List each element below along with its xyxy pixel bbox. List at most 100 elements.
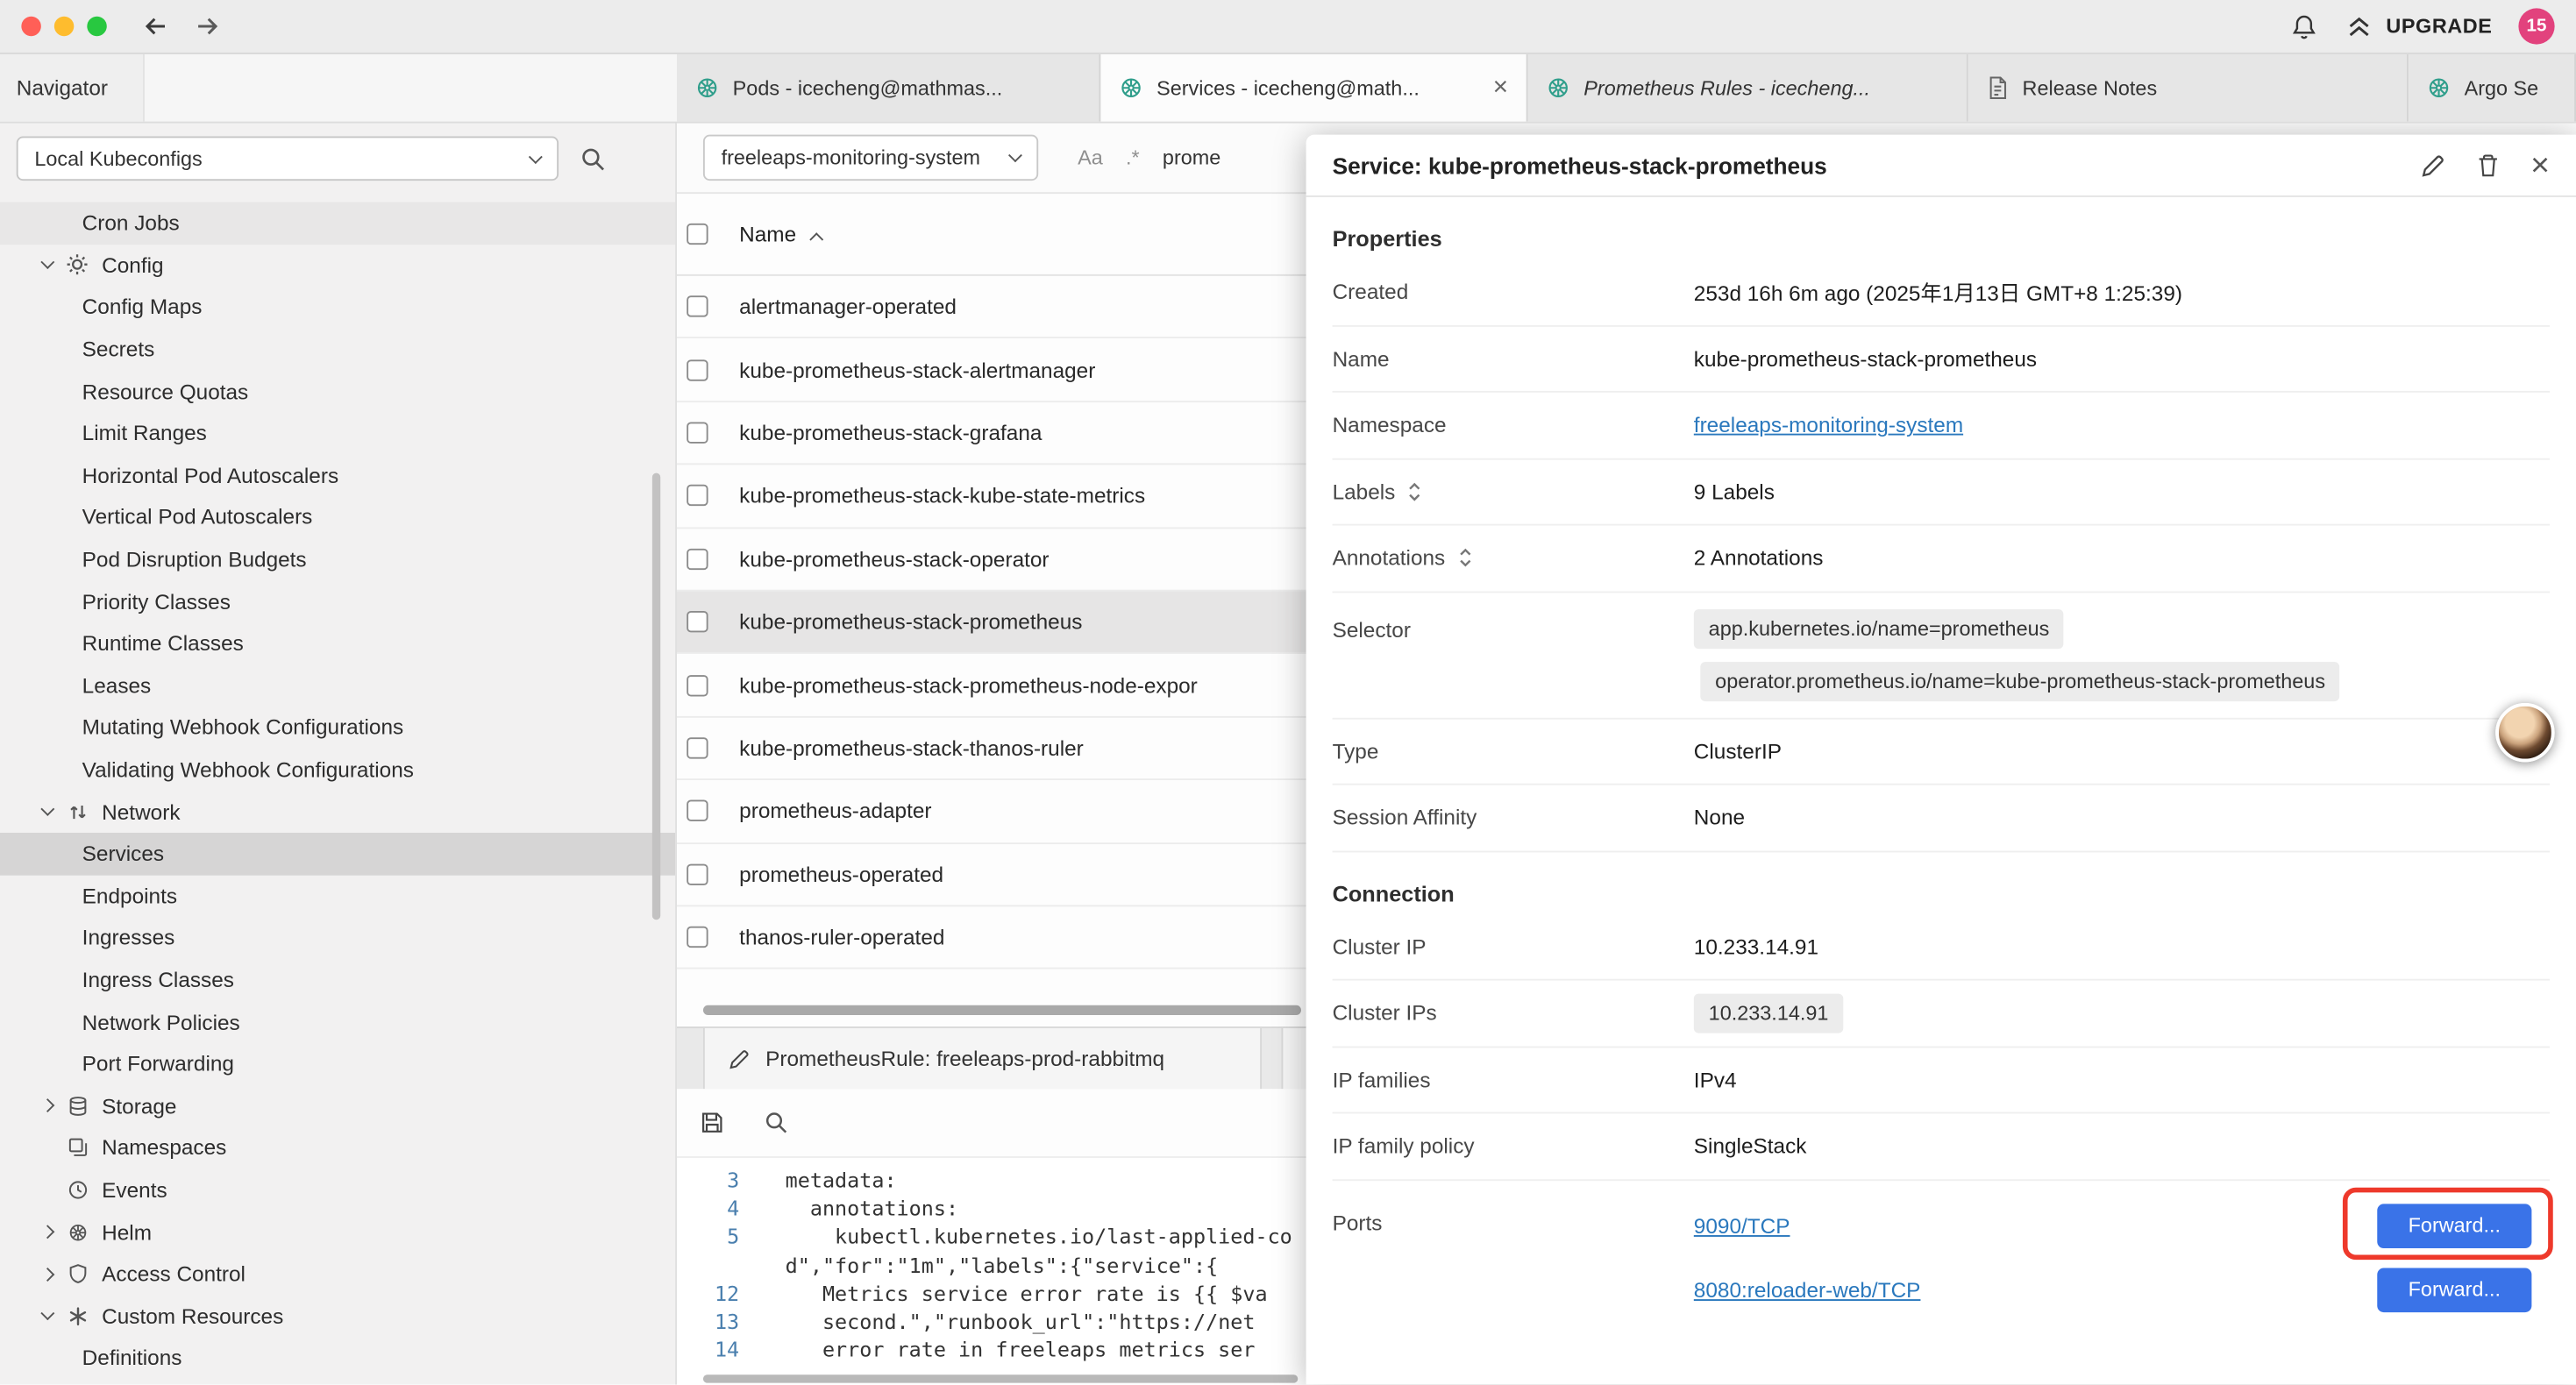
sidebar-group-access-control[interactable]: Access Control (0, 1253, 675, 1295)
sidebar-item-pod-disruption-budgets[interactable]: Pod Disruption Budgets (0, 538, 675, 580)
sidebar-item-resource-quotas[interactable]: Resource Quotas (0, 370, 675, 412)
sidebar-item-secrets[interactable]: Secrets (0, 328, 675, 370)
tab-argo[interactable]: Argo Se (2409, 54, 2576, 122)
upgrade-button[interactable]: UPGRADE (2345, 13, 2493, 39)
code-segment: Metrics service error rate is {{ $va (786, 1281, 1268, 1305)
gear-icon (66, 253, 89, 276)
sidebar-item-config-maps[interactable]: Config Maps (0, 286, 675, 328)
code-segment: kubectl.kubernetes.io/last-applied-co (786, 1225, 1292, 1249)
tab-pods[interactable]: Pods - icecheng@mathmas... (677, 54, 1100, 122)
namespace-link[interactable]: freeleaps-monitoring-system (1694, 413, 1963, 437)
maximize-window-button[interactable] (87, 17, 106, 36)
sidebar-group-config[interactable]: Config (0, 244, 675, 286)
regex-toggle[interactable]: .* (1126, 146, 1140, 169)
sidebar-item-limit-ranges[interactable]: Limit Ranges (0, 412, 675, 454)
port-link[interactable]: 8080:reloader-web/TCP (1694, 1277, 1921, 1302)
row-checkbox[interactable] (687, 359, 708, 380)
tab-close-icon[interactable]: × (1493, 75, 1509, 101)
tab-label: Argo Se (2465, 76, 2539, 99)
sidebar-item-port-forwarding[interactable]: Port Forwarding (0, 1043, 675, 1085)
sidebar-item-services[interactable]: Services (0, 833, 675, 875)
sidebar-scrollbar[interactable] (652, 473, 660, 920)
editor-search-icon[interactable] (764, 1111, 788, 1135)
sidebar-group-storage[interactable]: Storage (0, 1085, 675, 1127)
sidebar-group-helm[interactable]: Helm (0, 1211, 675, 1253)
sidebar-search-icon[interactable] (580, 146, 606, 172)
user-avatar[interactable] (2495, 703, 2554, 762)
chevron-right-icon (40, 1099, 54, 1113)
namespace-filter-dropdown[interactable]: freeleaps-monitoring-system (703, 135, 1038, 181)
chevron-down-icon (40, 802, 54, 816)
match-case-toggle[interactable]: Aa (1078, 146, 1103, 169)
row-checkbox[interactable] (687, 611, 708, 632)
sidebar-item-ingresses[interactable]: Ingresses (0, 917, 675, 959)
row-checkbox[interactable] (687, 674, 708, 695)
sidebar-item-validating-webhook-configurations[interactable]: Validating Webhook Configurations (0, 749, 675, 791)
sidebar-item-network-policies[interactable]: Network Policies (0, 1001, 675, 1043)
forward-button[interactable]: Forward... (2377, 1203, 2531, 1247)
expand-collapse-arrows-icon[interactable] (1456, 547, 1473, 568)
close-panel-icon[interactable]: × (2530, 149, 2550, 181)
row-checkbox[interactable] (687, 296, 708, 317)
kubeconfig-selector[interactable]: Local Kubeconfigs (17, 137, 559, 181)
chevron-down-icon (40, 256, 54, 270)
expand-collapse-arrows-icon[interactable] (1406, 481, 1423, 502)
notification-count-badge[interactable]: 15 (2518, 8, 2554, 44)
close-window-button[interactable] (21, 17, 40, 36)
sidebar-item-runtime-classes[interactable]: Runtime Classes (0, 622, 675, 664)
search-input[interactable]: prome (1163, 146, 1220, 169)
sidebar-item-horizontal-pod-autoscalers[interactable]: Horizontal Pod Autoscalers (0, 454, 675, 496)
row-checkbox[interactable] (687, 927, 708, 948)
notifications-bell-icon[interactable] (2291, 12, 2319, 40)
editor-horizontal-scrollbar[interactable] (703, 1374, 1298, 1382)
sidebar-group-custom-resources[interactable]: Custom Resources (0, 1295, 675, 1337)
row-checkbox[interactable] (687, 485, 708, 506)
tab-prometheus-rules[interactable]: Prometheus Rules - icecheng... (1528, 54, 1968, 122)
select-all-checkbox[interactable] (687, 224, 708, 245)
property-row-name: Name kube-prometheus-stack-prometheus (1333, 326, 2550, 393)
row-checkbox[interactable] (687, 422, 708, 443)
line-number: 4 (677, 1197, 762, 1221)
row-checkbox[interactable] (687, 548, 708, 569)
sort-ascending-icon (809, 231, 823, 245)
save-icon[interactable] (700, 1111, 724, 1135)
code-segment: error rate in freeleaps metrics ser (786, 1338, 1256, 1362)
chevron-right-icon (40, 1225, 54, 1239)
app-window: UPGRADE 15 Navigator Pods - icecheng@mat… (0, 0, 2576, 1385)
property-row-labels: Labels 9 Labels (1333, 459, 2550, 526)
port-link[interactable]: 9090/TCP (1694, 1213, 1790, 1238)
service-details-panel: Service: kube-prometheus-stack-prometheu… (1306, 135, 2576, 1385)
forward-arrow-icon[interactable] (192, 13, 222, 39)
sidebar-item-vertical-pod-autoscalers[interactable]: Vertical Pod Autoscalers (0, 496, 675, 538)
sidebar-item-cron-jobs[interactable]: Cron Jobs (0, 202, 675, 244)
tab-release-notes[interactable]: Release Notes (1968, 54, 2409, 122)
row-checkbox[interactable] (687, 863, 708, 884)
sidebar-item-definitions[interactable]: Definitions (0, 1337, 675, 1379)
name-column-header[interactable]: Name (739, 222, 821, 246)
edit-pencil-icon[interactable] (2421, 152, 2447, 178)
kubernetes-wheel-icon (1119, 75, 1143, 100)
minimize-window-button[interactable] (54, 17, 74, 36)
sidebar-item-priority-classes[interactable]: Priority Classes (0, 580, 675, 622)
forward-button[interactable]: Forward... (2377, 1268, 2531, 1312)
document-icon (1986, 75, 2009, 100)
back-arrow-icon[interactable] (141, 13, 171, 39)
sidebar-item-mutating-webhook-configurations[interactable]: Mutating Webhook Configurations (0, 707, 675, 749)
horizontal-scrollbar[interactable] (703, 1005, 1301, 1015)
sidebar-group-network[interactable]: Network (0, 791, 675, 833)
sidebar-item-events[interactable]: Events (0, 1168, 675, 1211)
sidebar-item-leases[interactable]: Leases (0, 664, 675, 707)
property-row-ports: Ports 9090/TCP Forward... 8080:reloader-… (1333, 1180, 2550, 1321)
dock-tab-prometheusrule[interactable]: PrometheusRule: freeleaps-prod-rabbitmq (703, 1028, 1262, 1089)
sidebar-item-ingress-classes[interactable]: Ingress Classes (0, 959, 675, 1001)
row-checkbox[interactable] (687, 737, 708, 758)
delete-trash-icon[interactable] (2476, 152, 2501, 178)
navigator-panel-header[interactable]: Navigator (0, 54, 145, 122)
sidebar-item-namespaces[interactable]: Namespaces (0, 1126, 675, 1168)
property-row-namespace: Namespace freeleaps-monitoring-system (1333, 393, 2550, 459)
row-checkbox[interactable] (687, 800, 708, 821)
sidebar-item-endpoints[interactable]: Endpoints (0, 875, 675, 917)
tab-services[interactable]: Services - icecheng@math... × (1100, 54, 1527, 122)
code-segment: second."," (786, 1309, 946, 1333)
details-panel-header: Service: kube-prometheus-stack-prometheu… (1306, 135, 2576, 197)
